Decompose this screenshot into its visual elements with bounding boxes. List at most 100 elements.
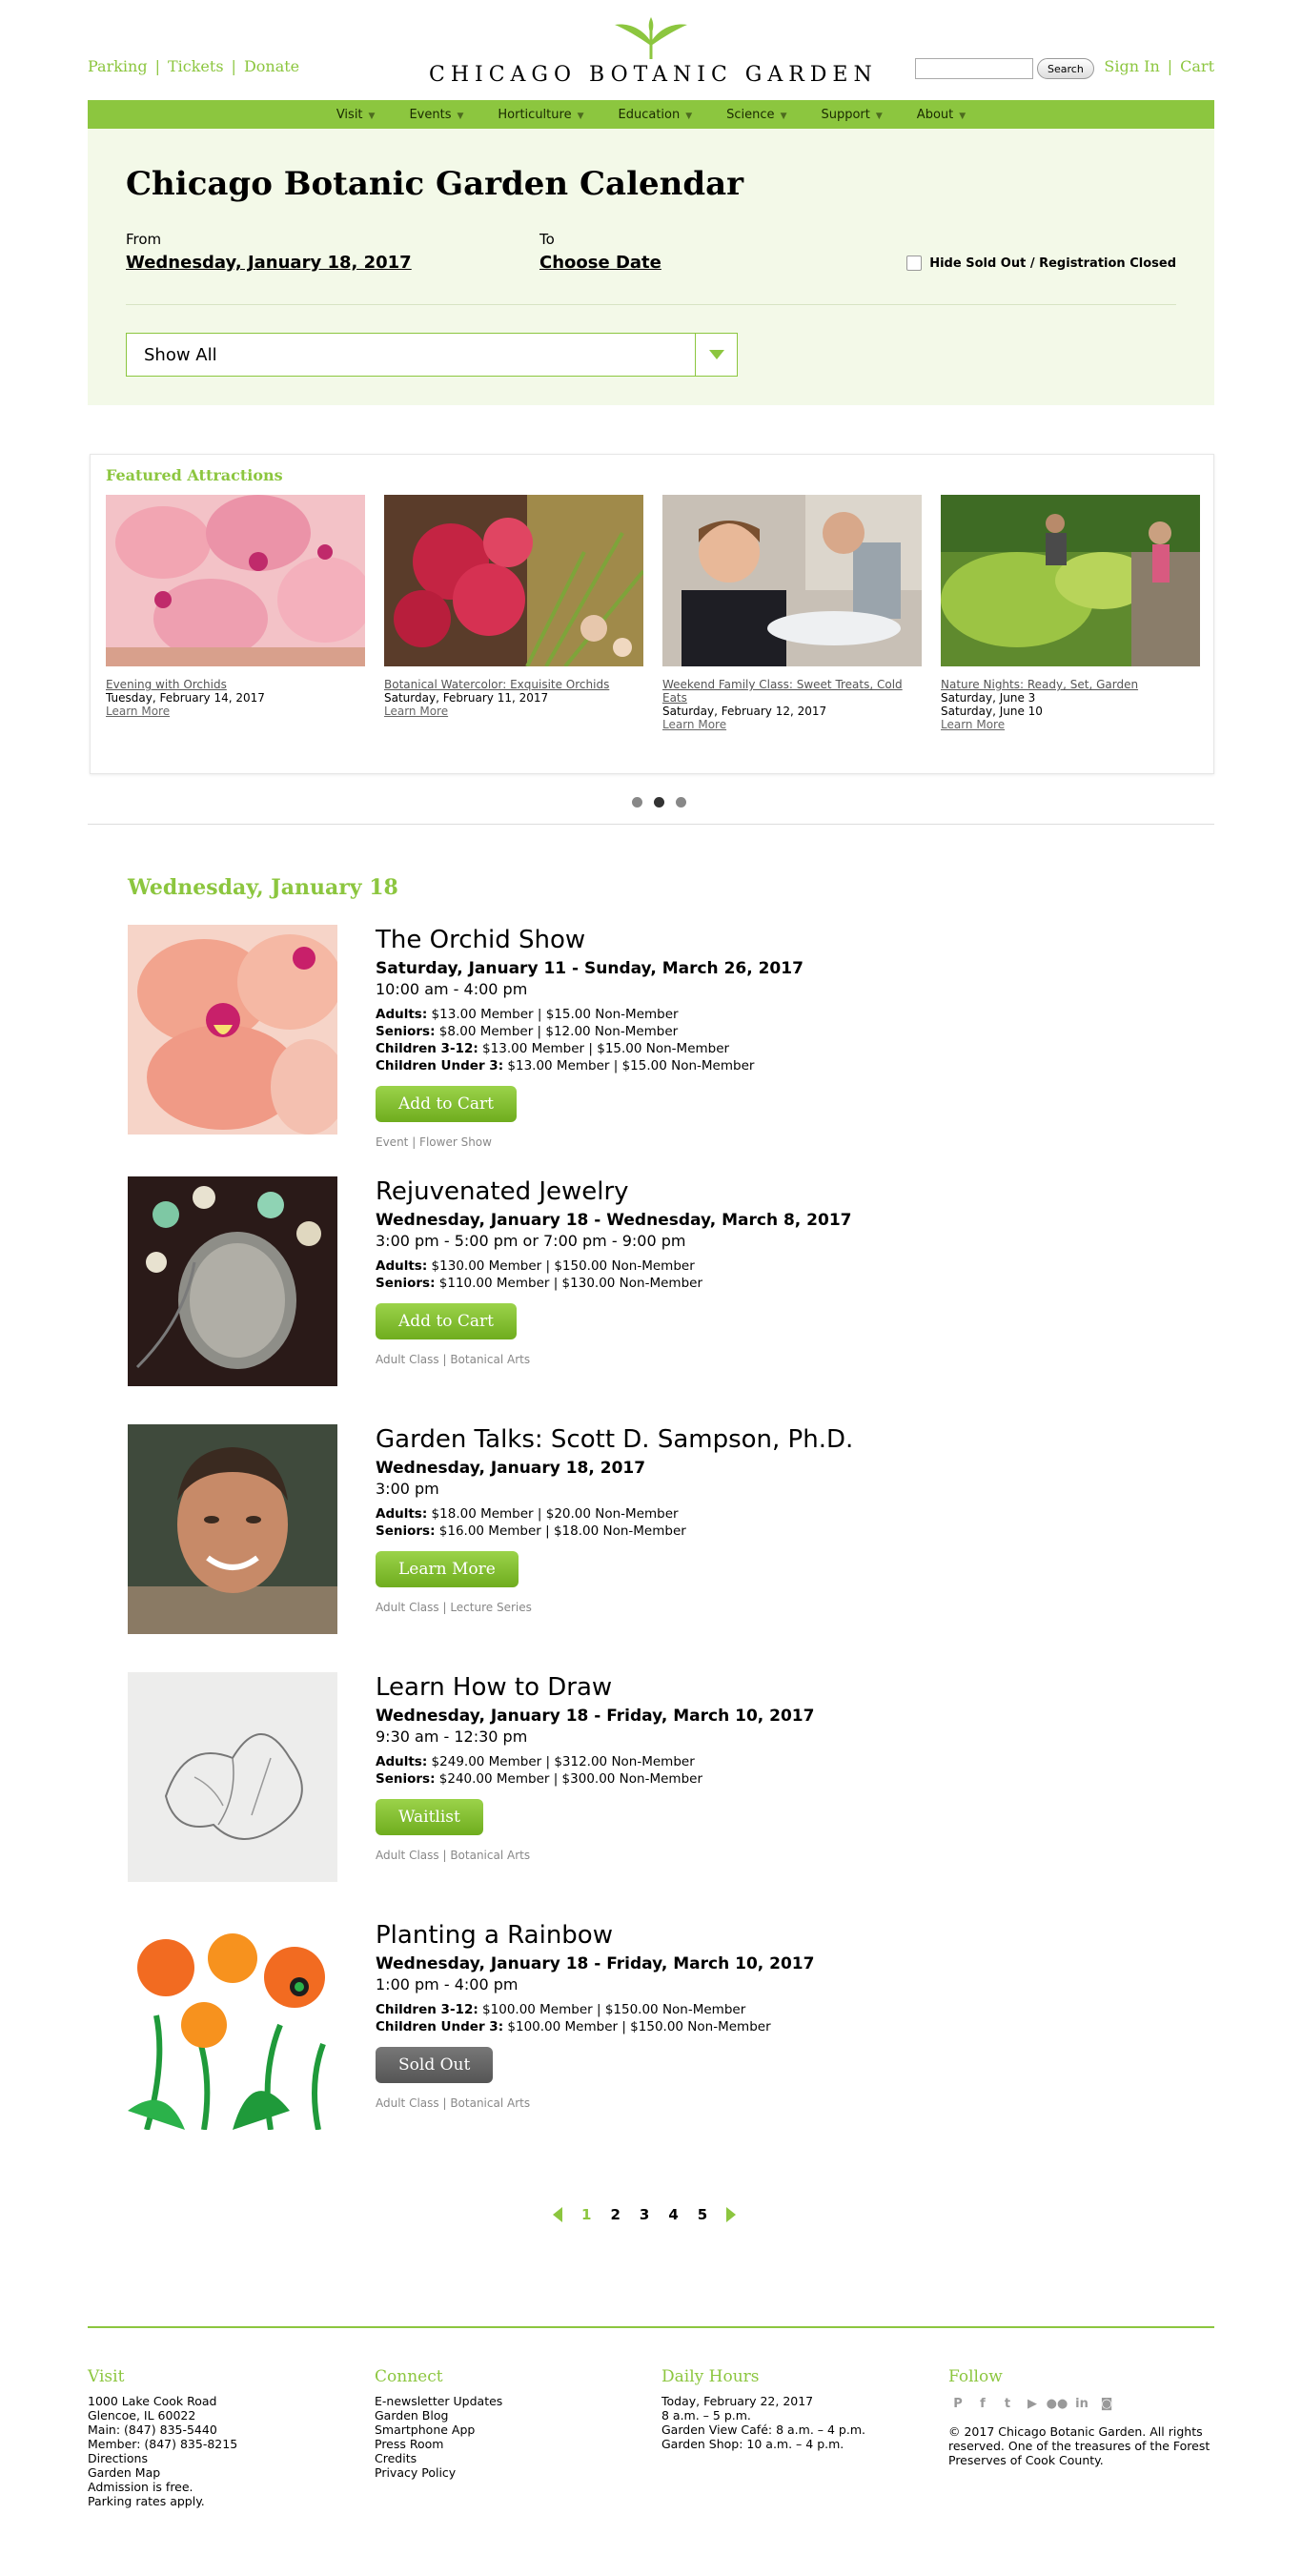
flickr-icon[interactable]: ●● — [1047, 2394, 1068, 2413]
page-link[interactable]: 4 — [668, 2206, 678, 2223]
category-filter-select[interactable]: Show All — [126, 333, 738, 377]
featured-item[interactable]: Evening with Orchids Tuesday, February 1… — [106, 495, 373, 718]
chevron-down-icon: ▼ — [577, 111, 584, 121]
featured-date: Tuesday, February 14, 2017 — [106, 691, 265, 705]
event-prices: Adults: $13.00 Member | $15.00 Non-Membe… — [376, 1006, 1081, 1074]
orchid-image[interactable] — [128, 925, 337, 1135]
nav-item-events[interactable]: Events ▼ — [392, 108, 480, 122]
nav-item-education[interactable]: Education ▼ — [601, 108, 710, 122]
speaker-portrait-image[interactable] — [128, 1424, 337, 1634]
from-date-picker[interactable]: Wednesday, January 18, 2017 — [126, 253, 412, 273]
hide-sold-out-toggle[interactable]: Hide Sold Out / Registration Closed — [906, 256, 1176, 271]
twitter-icon[interactable]: t — [998, 2394, 1017, 2413]
price-value: $18.00 Member | $20.00 Non-Member — [431, 1506, 679, 1522]
nav-item-visit[interactable]: Visit ▼ — [319, 108, 393, 122]
learn-more-link[interactable]: Learn More — [941, 718, 1200, 731]
page-link[interactable]: 3 — [640, 2206, 649, 2223]
add-to-cart-button[interactable]: Add to Cart — [376, 1303, 518, 1339]
add-to-cart-button[interactable]: Add to Cart — [376, 1086, 518, 1122]
jewelry-image[interactable] — [128, 1176, 337, 1386]
to-date-picker[interactable]: Choose Date — [539, 253, 661, 273]
site-logo[interactable]: CHICAGO BOTANIC GARDEN — [429, 17, 873, 87]
footer-link[interactable]: Garden Blog — [375, 2408, 641, 2423]
event-title[interactable]: Garden Talks: Scott D. Sampson, Ph.D. — [376, 1424, 1081, 1455]
youtube-icon[interactable]: ▶ — [1023, 2394, 1042, 2413]
footer-link[interactable]: Credits — [375, 2451, 641, 2465]
parking-link[interactable]: Parking — [88, 57, 148, 75]
garden-map-link[interactable]: Garden Map — [88, 2465, 355, 2480]
footer-link[interactable]: Privacy Policy — [375, 2465, 641, 2480]
filter-value: Show All — [144, 345, 217, 365]
sold-out-button[interactable]: Sold Out — [376, 2047, 494, 2083]
address-line: 1000 Lake Cook Road — [88, 2394, 217, 2408]
price-value: $16.00 Member | $18.00 Non-Member — [438, 1523, 686, 1539]
event-item: Rejuvenated Jewelry Wednesday, January 1… — [128, 1176, 1081, 1390]
page-link-current[interactable]: 1 — [581, 2206, 591, 2223]
search-button[interactable]: Search — [1037, 58, 1094, 79]
footer-link[interactable]: Press Room — [375, 2437, 641, 2451]
linkedin-icon[interactable]: in — [1072, 2394, 1091, 2413]
search-input[interactable] — [915, 58, 1033, 79]
price-row: Seniors: $16.00 Member | $18.00 Non-Memb… — [376, 1523, 1081, 1540]
chevron-down-icon: ▼ — [457, 111, 464, 121]
pink-orchids-image[interactable] — [106, 495, 373, 666]
featured-title[interactable]: Weekend Family Class: Sweet Treats, Cold… — [662, 678, 922, 705]
pinterest-icon[interactable]: P — [948, 2394, 967, 2413]
carousel-dot-active[interactable] — [654, 797, 664, 808]
page-link[interactable]: 5 — [698, 2206, 707, 2223]
price-label: Children 3-12: — [376, 1041, 478, 1056]
footer-link[interactable]: Smartphone App — [375, 2423, 641, 2437]
price-value: $110.00 Member | $130.00 Non-Member — [438, 1276, 702, 1291]
red-orchids-image[interactable] — [384, 495, 645, 668]
learn-more-link[interactable]: Learn More — [106, 705, 365, 718]
footer-divider — [88, 2326, 1214, 2328]
carousel-dot[interactable] — [676, 797, 686, 808]
footer-heading: Follow — [948, 2367, 1003, 2386]
page-link[interactable]: 2 — [610, 2206, 620, 2223]
featured-title[interactable]: Evening with Orchids — [106, 678, 365, 691]
cart-link[interactable]: Cart — [1180, 57, 1214, 75]
dropdown-arrow-icon[interactable] — [695, 334, 737, 376]
featured-title[interactable]: Botanical Watercolor: Exquisite Orchids — [384, 678, 643, 691]
event-title[interactable]: The Orchid Show — [376, 925, 1081, 955]
nav-item-about[interactable]: About ▼ — [900, 108, 983, 122]
carousel-dot[interactable] — [632, 797, 642, 808]
next-page-icon[interactable] — [726, 2207, 737, 2222]
phone-member: Member: (847) 835-8215 — [88, 2437, 238, 2451]
sign-in-link[interactable]: Sign In — [1104, 57, 1159, 75]
learn-more-link[interactable]: Learn More — [662, 718, 922, 731]
learn-more-button[interactable]: Learn More — [376, 1551, 519, 1587]
nav-item-support[interactable]: Support ▼ — [804, 108, 899, 122]
featured-item[interactable]: Nature Nights: Ready, Set, Garden Saturd… — [941, 495, 1200, 731]
previous-page-icon[interactable] — [553, 2207, 562, 2222]
event-item: Garden Talks: Scott D. Sampson, Ph.D. We… — [128, 1424, 1081, 1638]
utility-nav: Parking | Tickets | Donate — [88, 57, 299, 75]
tickets-link[interactable]: Tickets — [168, 57, 224, 75]
account-links: Sign In | Cart — [1104, 57, 1214, 75]
learn-more-link[interactable]: Learn More — [384, 705, 643, 718]
page-title: Chicago Botanic Garden Calendar — [126, 165, 744, 203]
donate-link[interactable]: Donate — [244, 57, 299, 75]
event-title[interactable]: Learn How to Draw — [376, 1672, 1081, 1703]
price-label: Seniors: — [376, 1276, 436, 1291]
waitlist-button[interactable]: Waitlist — [376, 1799, 483, 1835]
garden-beds-image[interactable] — [941, 495, 1200, 666]
nav-item-science[interactable]: Science ▼ — [709, 108, 804, 122]
nav-item-horticulture[interactable]: Horticulture ▼ — [480, 108, 600, 122]
nav-label: About — [916, 107, 954, 122]
instagram-icon[interactable]: ◙ — [1097, 2394, 1116, 2413]
flowers-illustration-image[interactable] — [128, 1920, 337, 2130]
event-title[interactable]: Planting a Rainbow — [376, 1920, 1081, 1951]
footer-link[interactable]: E-newsletter Updates — [375, 2394, 641, 2408]
checkbox[interactable] — [906, 256, 923, 271]
featured-title[interactable]: Nature Nights: Ready, Set, Garden — [941, 678, 1200, 691]
price-label: Seniors: — [376, 1024, 436, 1039]
event-title[interactable]: Rejuvenated Jewelry — [376, 1176, 1081, 1207]
address-line: Glencoe, IL 60022 — [88, 2408, 196, 2423]
facebook-icon[interactable]: f — [973, 2394, 992, 2413]
featured-item[interactable]: Botanical Watercolor: Exquisite Orchids … — [384, 495, 645, 718]
directions-link[interactable]: Directions — [88, 2451, 355, 2465]
sketch-drawing-image[interactable] — [128, 1672, 337, 1882]
boy-eating-image[interactable] — [662, 495, 922, 666]
featured-item[interactable]: Weekend Family Class: Sweet Treats, Cold… — [662, 495, 922, 731]
